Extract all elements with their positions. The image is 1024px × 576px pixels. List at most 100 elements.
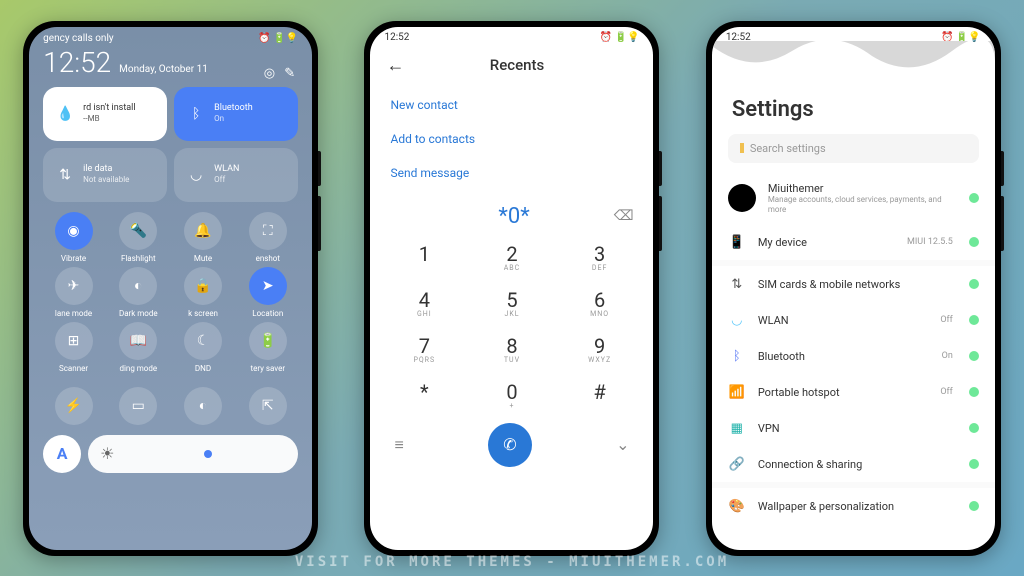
card-wlan[interactable]: ◡ WLAN Off (174, 148, 298, 202)
setting-item-wlan[interactable]: ◡WLANOff (712, 302, 995, 338)
search-accent-icon (740, 143, 744, 153)
dial-input: *0* (498, 204, 529, 229)
send-message-link[interactable]: Send message (390, 156, 633, 190)
profile-name: Miuithemer (768, 182, 957, 195)
card-title: WLAN (214, 164, 239, 175)
toggle-enshot[interactable]: ⛶enshot (237, 212, 298, 263)
phone-icon: ✆ (503, 435, 516, 454)
setting-item-vpn[interactable]: ▦VPN (712, 410, 995, 446)
toggle-screen-icon[interactable]: ▭ (119, 387, 157, 425)
slider-thumb[interactable] (204, 450, 212, 458)
toggle-grid: ◉Vibrate🔦Flashlight🔔Mute⛶enshot ✈lane mod… (29, 202, 312, 377)
toggle-icon: 📖 (119, 322, 157, 360)
key-9[interactable]: 9WXYZ (556, 327, 644, 373)
toggle-Dark-mode[interactable]: ◐Dark mode (108, 267, 169, 318)
toggle-ding-mode[interactable]: 📖ding mode (108, 322, 169, 373)
key-0[interactable]: 0+ (468, 373, 556, 419)
back-button[interactable]: ← (386, 55, 404, 76)
toggle-Scanner[interactable]: ⊞Scanner (43, 322, 104, 373)
setting-icon: ▦ (728, 419, 746, 437)
page-title: Recents (490, 56, 544, 74)
toggle-label: Vibrate (61, 254, 86, 263)
new-contact-link[interactable]: New contact (390, 88, 633, 122)
toggle-lightning-icon[interactable]: ⚡ (55, 387, 93, 425)
toggle-label: Mute (194, 254, 212, 263)
key-number: 4 (380, 290, 468, 310)
key-#[interactable]: # (556, 373, 644, 419)
card-title: Bluetooth (214, 103, 253, 114)
key-letters: JKL (468, 310, 556, 318)
key-4[interactable]: 4GHI (380, 281, 468, 327)
toggle-label: Location (252, 309, 283, 318)
arrow-icon (969, 193, 979, 203)
toggle-expand-icon[interactable]: ⇱ (249, 387, 287, 425)
call-button[interactable]: ✆ (488, 423, 532, 467)
card-sub: --MB (83, 114, 135, 124)
card-sub: Not available (83, 175, 129, 185)
key-number: 7 (380, 336, 468, 356)
toggle-label: DND (195, 364, 211, 373)
key-number: 8 (468, 336, 556, 356)
mydevice-label: My device (758, 236, 895, 249)
key-1[interactable]: 1 (380, 235, 468, 281)
key-8[interactable]: 8TUV (468, 327, 556, 373)
mydevice-value: MIUI 12.5.5 (907, 237, 953, 247)
card-storage[interactable]: 💧 rd isn't install --MB (43, 87, 167, 141)
setting-value: Off (940, 387, 952, 397)
arrow-icon (969, 351, 979, 361)
key-7[interactable]: 7PQRS (380, 327, 468, 373)
wallpaper-item[interactable]: 🎨 Wallpaper & personalization (712, 488, 995, 524)
toggle-Mute[interactable]: 🔔Mute (173, 212, 234, 263)
toggle-label: k screen (188, 309, 218, 318)
edit-icons[interactable]: ◎ ✎ (264, 66, 298, 81)
water-drop-icon: 💧 (55, 104, 75, 124)
toggle-lane-mode[interactable]: ✈lane mode (43, 267, 104, 318)
status-time: 12:52 (384, 32, 409, 43)
key-5[interactable]: 5JKL (468, 281, 556, 327)
phone-shell-3: 12:52 ⏰ 🔋💡 Settings Search settings Miui… (706, 21, 1001, 556)
toggle-icon: ☾ (184, 322, 222, 360)
toggle-icon: ✈ (55, 267, 93, 305)
key-number: 1 (380, 244, 468, 264)
profile-item[interactable]: Miuithemer Manage accounts, cloud servic… (712, 173, 995, 225)
my-device-item[interactable]: 📱 My device MIUI 12.5.5 (712, 224, 995, 260)
card-bluetooth[interactable]: ᛒ Bluetooth On (174, 87, 298, 141)
setting-label: Bluetooth (758, 350, 930, 363)
toggle-k-screen[interactable]: 🔒k screen (173, 267, 234, 318)
phone-shell-1: gency calls only ⏰ 🔋💡 12:52 Monday, Octo… (23, 21, 318, 556)
dial-keypad: 12ABC3DEF 4GHI5JKL6MNO 7PQRS8TUV9WXYZ *0+# (370, 229, 653, 419)
card-mobile-data[interactable]: ⇅ ile data Not available (43, 148, 167, 202)
brightness-icon: ☀ (100, 444, 114, 463)
add-to-contacts-link[interactable]: Add to contacts (390, 122, 633, 156)
key-3[interactable]: 3DEF (556, 235, 644, 281)
brightness-slider[interactable]: ☀ (88, 435, 298, 473)
key-*[interactable]: * (380, 373, 468, 419)
card-sub: Off (214, 175, 239, 185)
toggle-Location[interactable]: ➤Location (237, 267, 298, 318)
toggle-Flashlight[interactable]: 🔦Flashlight (108, 212, 169, 263)
setting-icon: ◡ (728, 311, 746, 329)
setting-item-bluetooth[interactable]: ᛒBluetoothOn (712, 338, 995, 374)
setting-item-connection-sharing[interactable]: 🔗Connection & sharing (712, 446, 995, 482)
toggle-tery-saver[interactable]: 🔋tery saver (237, 322, 298, 373)
toggle-contrast-icon[interactable]: ◐ (184, 387, 222, 425)
key-2[interactable]: 2ABC (468, 235, 556, 281)
toggle-grid-2: ⚡ ▭ ◐ ⇱ (29, 377, 312, 429)
setting-value: On (942, 351, 953, 361)
search-input[interactable]: Search settings (728, 134, 979, 163)
key-letters: GHI (380, 310, 468, 318)
setting-item-sim-cards-mobile-networks[interactable]: ⇅SIM cards & mobile networks (712, 266, 995, 302)
arrow-icon (969, 279, 979, 289)
toggle-Vibrate[interactable]: ◉Vibrate (43, 212, 104, 263)
menu-button[interactable]: ≡ (394, 435, 403, 455)
expand-button[interactable]: ⌄ (616, 435, 629, 454)
key-6[interactable]: 6MNO (556, 281, 644, 327)
signal-icon: ⇅ (55, 165, 75, 185)
toggle-DND[interactable]: ☾ DND (173, 322, 234, 373)
backspace-button[interactable]: ⌫ (614, 208, 634, 224)
phone-shell-2: 12:52 ⏰ 🔋💡 ← Recents New contact Add to … (364, 21, 659, 556)
arrow-icon (969, 387, 979, 397)
setting-item-portable-hotspot[interactable]: 📶Portable hotspotOff (712, 374, 995, 410)
auto-brightness-button[interactable]: A (43, 435, 81, 473)
wifi-icon: ◡ (186, 165, 206, 185)
